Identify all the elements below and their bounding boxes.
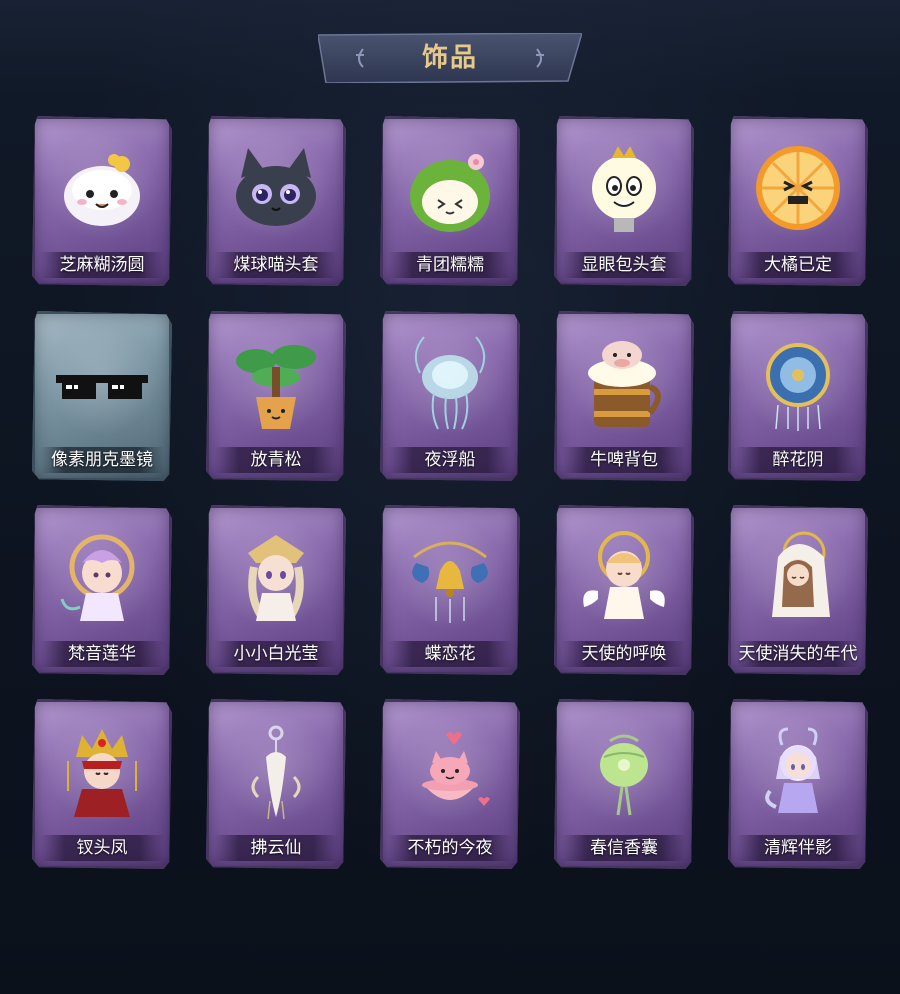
accessory-name: 牛啤背包: [590, 450, 658, 470]
accessory-card[interactable]: 显眼包头套: [554, 116, 694, 286]
butterfly-bell-icon: [400, 527, 500, 627]
accessory-name: 天使消失的年代: [738, 644, 858, 664]
accessory-name: 小小白光莹: [233, 644, 319, 664]
lightbulb-head-icon: [574, 138, 674, 238]
accessory-name: 像素朋克墨镜: [51, 450, 153, 470]
green-sachet-icon: [574, 721, 674, 821]
accessory-name: 醉花阴: [772, 450, 824, 470]
accessory-name: 梵音莲华: [68, 644, 136, 664]
pink-cat-bowl-icon: [400, 721, 500, 821]
accessory-name: 放青松: [250, 450, 302, 470]
accessory-card[interactable]: 小小白光莹: [206, 505, 346, 675]
accessory-card[interactable]: 蝶恋花: [380, 505, 520, 675]
ornate-fan-icon: [748, 333, 848, 433]
accessory-card[interactable]: 梵音莲华: [32, 505, 172, 675]
green-rice-ball-icon: [400, 138, 500, 238]
accessory-name: 拂云仙: [250, 838, 302, 858]
accessory-grid: 芝麻糊汤圆 煤球喵头套 青团糯糯 显眼包头套 大橘已定像素朋克墨镜 放青松 夜浮船 牛啤背包 醉…: [0, 0, 900, 994]
accessory-card[interactable]: 清辉伴影: [728, 699, 868, 869]
accessory-name: 清辉伴影: [764, 838, 832, 858]
pixel-sunglasses-icon: [52, 333, 152, 433]
accessory-card[interactable]: 钗头凤: [32, 699, 172, 869]
accessory-name: 青团糯糯: [416, 255, 484, 275]
accessory-name: 不朽的今夜: [407, 838, 493, 858]
accessory-card[interactable]: 拂云仙: [206, 699, 346, 869]
accessory-card[interactable]: 大橘已定: [728, 116, 868, 286]
accessory-card[interactable]: 天使的呼唤: [554, 505, 694, 675]
accessory-card[interactable]: 醉花阴: [728, 311, 868, 481]
accessory-card[interactable]: 青团糯糯: [380, 116, 520, 286]
accessory-name: 天使的呼唤: [581, 644, 667, 664]
dumpling-icon: [52, 138, 152, 238]
accessory-card[interactable]: 天使消失的年代: [728, 505, 868, 675]
accessory-card[interactable]: 夜浮船: [380, 311, 520, 481]
accessory-card[interactable]: 像素朋克墨镜: [32, 311, 172, 481]
accessory-card[interactable]: 牛啤背包: [554, 311, 694, 481]
black-cat-head-icon: [226, 138, 326, 238]
accessory-name: 蝶恋花: [424, 644, 476, 664]
cloud-fairy-charm-icon: [226, 721, 326, 821]
accessory-card[interactable]: 春信香囊: [554, 699, 694, 869]
accessory-name: 显眼包头套: [581, 255, 667, 275]
bonsai-pine-icon: [226, 333, 326, 433]
white-light-chibi-icon: [226, 527, 326, 627]
jellyfish-icon: [400, 333, 500, 433]
accessory-name: 芝麻糊汤圆: [59, 255, 145, 275]
veiled-angel-chibi-icon: [748, 527, 848, 627]
angel-chibi-icon: [574, 527, 674, 627]
accessory-card[interactable]: 煤球喵头套: [206, 116, 346, 286]
accessory-name: 春信香囊: [590, 838, 658, 858]
accessory-name: 大橘已定: [764, 255, 832, 275]
lotus-chibi-icon: [52, 527, 152, 627]
accessory-card[interactable]: 放青松: [206, 311, 346, 481]
accessory-card[interactable]: 不朽的今夜: [380, 699, 520, 869]
white-dragon-chibi-icon: [748, 721, 848, 821]
accessory-name: 钗头凤: [76, 838, 128, 858]
accessory-card[interactable]: 芝麻糊汤圆: [32, 116, 172, 286]
orange-slice-icon: [748, 138, 848, 238]
accessory-name: 煤球喵头套: [233, 255, 319, 275]
phoenix-crown-chibi-icon: [52, 721, 152, 821]
accessory-name: 夜浮船: [424, 450, 476, 470]
beer-mug-cow-icon: [574, 333, 674, 433]
